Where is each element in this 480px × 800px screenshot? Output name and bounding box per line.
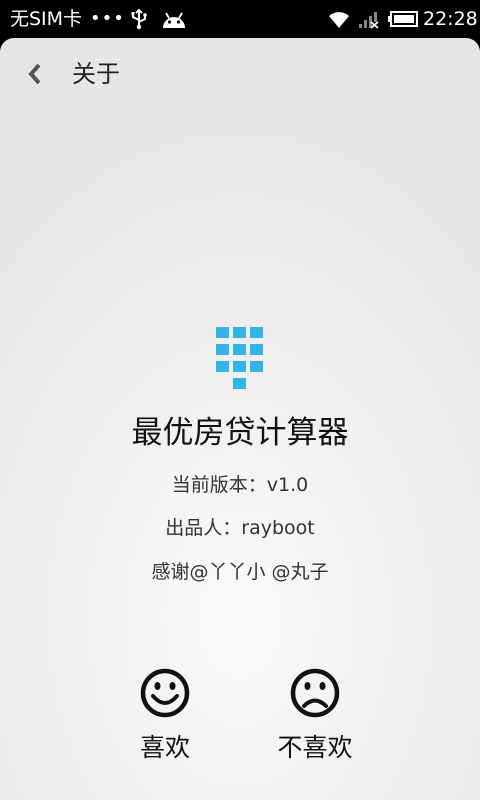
status-bar: 无SIM卡 ••• 22:28	[0, 0, 480, 38]
more-notifications-dots: •••	[90, 8, 125, 29]
back-button[interactable]	[18, 56, 52, 92]
like-button[interactable]: 喜欢	[105, 668, 225, 764]
battery-icon	[388, 11, 418, 27]
like-label: 喜欢	[139, 733, 190, 762]
page-title: 关于	[72, 60, 120, 88]
smiley-face-icon	[140, 668, 190, 718]
keypad-logo-icon	[216, 327, 263, 389]
dislike-label: 不喜欢	[277, 733, 353, 762]
carrier-label: 无SIM卡	[10, 8, 83, 30]
title-bar: 关于	[0, 38, 480, 110]
signal-no-sim-icon	[359, 12, 379, 29]
sad-face-icon	[290, 668, 340, 718]
usb-icon	[131, 8, 147, 30]
version-text: 当前版本：v1.0	[171, 474, 309, 496]
about-screen: 关于 最优房贷计算器 当前版本：v1.0 出品人：rayboot 感谢@丫丫小 …	[0, 38, 480, 800]
dislike-button[interactable]: 不喜欢	[255, 668, 375, 764]
android-icon	[163, 12, 185, 28]
author-text: 出品人：rayboot	[165, 517, 315, 539]
thanks-text: 感谢@丫丫小 @丸子	[151, 561, 329, 583]
app-name: 最优房贷计算器	[131, 415, 349, 451]
chevron-left-icon	[28, 63, 41, 85]
clock: 22:28	[423, 8, 478, 30]
wifi-icon	[329, 12, 349, 28]
